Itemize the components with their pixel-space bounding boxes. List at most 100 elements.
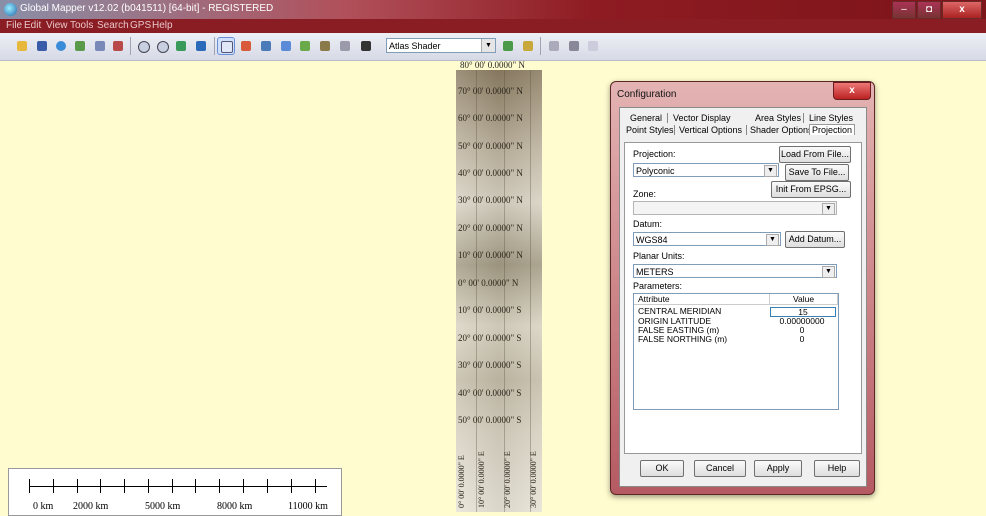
parameters-table[interactable]: Attribute Value CENTRAL MERIDIAN 15 ORIG… xyxy=(633,293,839,410)
menu-file[interactable]: File xyxy=(6,20,22,31)
latitude-label: 50° 00' 0.0000" N xyxy=(458,141,523,151)
table-row[interactable]: FALSE NORTHING (m) 0 xyxy=(634,335,838,344)
projection-label: Projection: xyxy=(633,149,676,159)
cancel-button[interactable]: Cancel xyxy=(694,460,746,477)
config-icon[interactable] xyxy=(92,38,108,54)
scale-tick xyxy=(124,479,125,493)
shader-dropdown[interactable]: Atlas Shader ▼ xyxy=(386,38,496,53)
search-map-icon[interactable] xyxy=(278,38,294,54)
tab-line-styles[interactable]: Line Styles xyxy=(809,113,853,123)
zoom-in-icon[interactable] xyxy=(135,38,151,54)
select-icon[interactable] xyxy=(217,37,235,55)
save-icon[interactable] xyxy=(34,38,50,54)
planar-units-dropdown[interactable]: METERS ▼ xyxy=(633,264,837,278)
save-to-file-button[interactable]: Save To File... xyxy=(785,164,849,181)
shader-options-icon[interactable] xyxy=(500,38,516,54)
latitude-label: 50° 00' 0.0000" S xyxy=(458,415,522,425)
latitude-label: 10° 00' 0.0000" N xyxy=(458,250,523,260)
load-from-file-button[interactable]: Load From File... xyxy=(779,146,851,163)
measure-icon[interactable] xyxy=(238,38,254,54)
lighting-icon[interactable] xyxy=(520,38,536,54)
apply-button[interactable]: Apply xyxy=(754,460,802,477)
scale-tick xyxy=(53,479,54,493)
maximize-button[interactable]: ◘ xyxy=(917,1,941,19)
scale-tick xyxy=(267,479,268,493)
chevron-down-icon: ▼ xyxy=(481,39,495,52)
close-button[interactable]: x xyxy=(942,1,982,19)
tab-general[interactable]: General xyxy=(630,113,662,123)
init-from-epsg-button[interactable]: Init From EPSG... xyxy=(771,181,851,198)
param-attribute: FALSE NORTHING (m) xyxy=(638,334,728,344)
open-folder-icon[interactable] xyxy=(14,38,30,54)
wand-icon[interactable] xyxy=(110,38,126,54)
longitude-label: 20° 00' 0.0000" E xyxy=(503,451,512,508)
toolbar-separator xyxy=(130,37,131,55)
toolbar-separator xyxy=(540,37,541,55)
latitude-label: 30° 00' 0.0000" S xyxy=(458,360,522,370)
menu-gps[interactable]: GPS xyxy=(130,20,151,31)
meridian-line xyxy=(530,70,531,512)
find-icon[interactable] xyxy=(358,38,374,54)
param-value[interactable]: 0 xyxy=(770,335,834,344)
menu-search[interactable]: Search xyxy=(97,20,129,31)
top-latitude-label: 80° 00' 0.0000" N xyxy=(460,60,525,70)
tab-point-styles[interactable]: Point Styles xyxy=(626,125,674,135)
menu-edit[interactable]: Edit xyxy=(24,20,41,31)
minimize-button[interactable]: – xyxy=(892,1,916,19)
digitizer-icon[interactable] xyxy=(337,38,353,54)
scale-tick xyxy=(219,479,220,493)
chevron-down-icon: ▼ xyxy=(822,203,835,215)
dialog-close-button[interactable]: x xyxy=(833,82,871,100)
globe-icon[interactable] xyxy=(53,38,69,54)
meridian-line xyxy=(476,70,477,512)
zoom-extents-icon[interactable] xyxy=(173,38,189,54)
home-icon[interactable] xyxy=(193,38,209,54)
tab-separator xyxy=(674,125,675,135)
tab-area-styles[interactable]: Area Styles xyxy=(755,113,801,123)
latitude-label: 60° 00' 0.0000" N xyxy=(458,113,523,123)
tab-shader-options[interactable]: Shader Options xyxy=(750,125,813,135)
tab-vertical-options[interactable]: Vertical Options xyxy=(679,125,742,135)
zoom-out-icon[interactable] xyxy=(154,38,170,54)
help-button[interactable]: Help xyxy=(814,460,860,477)
app-globe-icon xyxy=(4,3,17,16)
table-row[interactable]: CENTRAL MERIDIAN 15 xyxy=(634,307,838,317)
chevron-down-icon: ▼ xyxy=(764,165,777,177)
pan-icon[interactable] xyxy=(585,38,601,54)
scale-tick xyxy=(291,479,292,493)
toolbar-separator xyxy=(214,37,215,55)
projection-dropdown[interactable]: Polyconic ▼ xyxy=(633,163,779,177)
latitude-label: 40° 00' 0.0000" N xyxy=(458,168,523,178)
scale-line xyxy=(29,486,327,487)
menu-view[interactable]: View xyxy=(46,20,68,31)
shader-value: Atlas Shader xyxy=(389,41,441,51)
dialog-body: General Vector Display Area Styles Line … xyxy=(619,107,867,487)
menu-tools[interactable]: Tools xyxy=(70,20,93,31)
layer-control-icon[interactable] xyxy=(72,38,88,54)
datum-dropdown[interactable]: WGS84 ▼ xyxy=(633,232,781,246)
scale-tool-icon[interactable] xyxy=(546,38,562,54)
longitude-label: 30° 00' 0.0000" E xyxy=(529,451,538,508)
tab-separator xyxy=(746,125,747,135)
edit-icon[interactable] xyxy=(297,38,313,54)
3d-view-icon[interactable] xyxy=(566,38,582,54)
info-icon[interactable] xyxy=(258,38,274,54)
latitude-label: 20° 00' 0.0000" S xyxy=(458,333,522,343)
menu-help[interactable]: Help xyxy=(152,20,173,31)
map-raster[interactable]: 70° 00' 0.0000" N 60° 00' 0.0000" N 50° … xyxy=(456,70,542,512)
attribute-column-header[interactable]: Attribute xyxy=(634,294,770,305)
zone-dropdown[interactable]: ▼ xyxy=(633,201,837,215)
tab-vector-display[interactable]: Vector Display xyxy=(673,113,731,123)
tab-projection[interactable]: Projection xyxy=(809,124,856,135)
menu-bar: File Edit View Tools Search GPS Help xyxy=(0,19,986,33)
projection-value: Polyconic xyxy=(636,166,675,176)
ok-button[interactable]: OK xyxy=(640,460,684,477)
meridian-line xyxy=(504,70,505,512)
scale-tick xyxy=(315,479,316,493)
scale-tick xyxy=(100,479,101,493)
path-profile-icon[interactable] xyxy=(317,38,333,54)
projection-panel: Projection: Polyconic ▼ Load From File..… xyxy=(624,142,862,454)
tab-separator xyxy=(667,113,668,123)
add-datum-button[interactable]: Add Datum... xyxy=(785,231,845,248)
value-column-header[interactable]: Value xyxy=(770,294,838,305)
